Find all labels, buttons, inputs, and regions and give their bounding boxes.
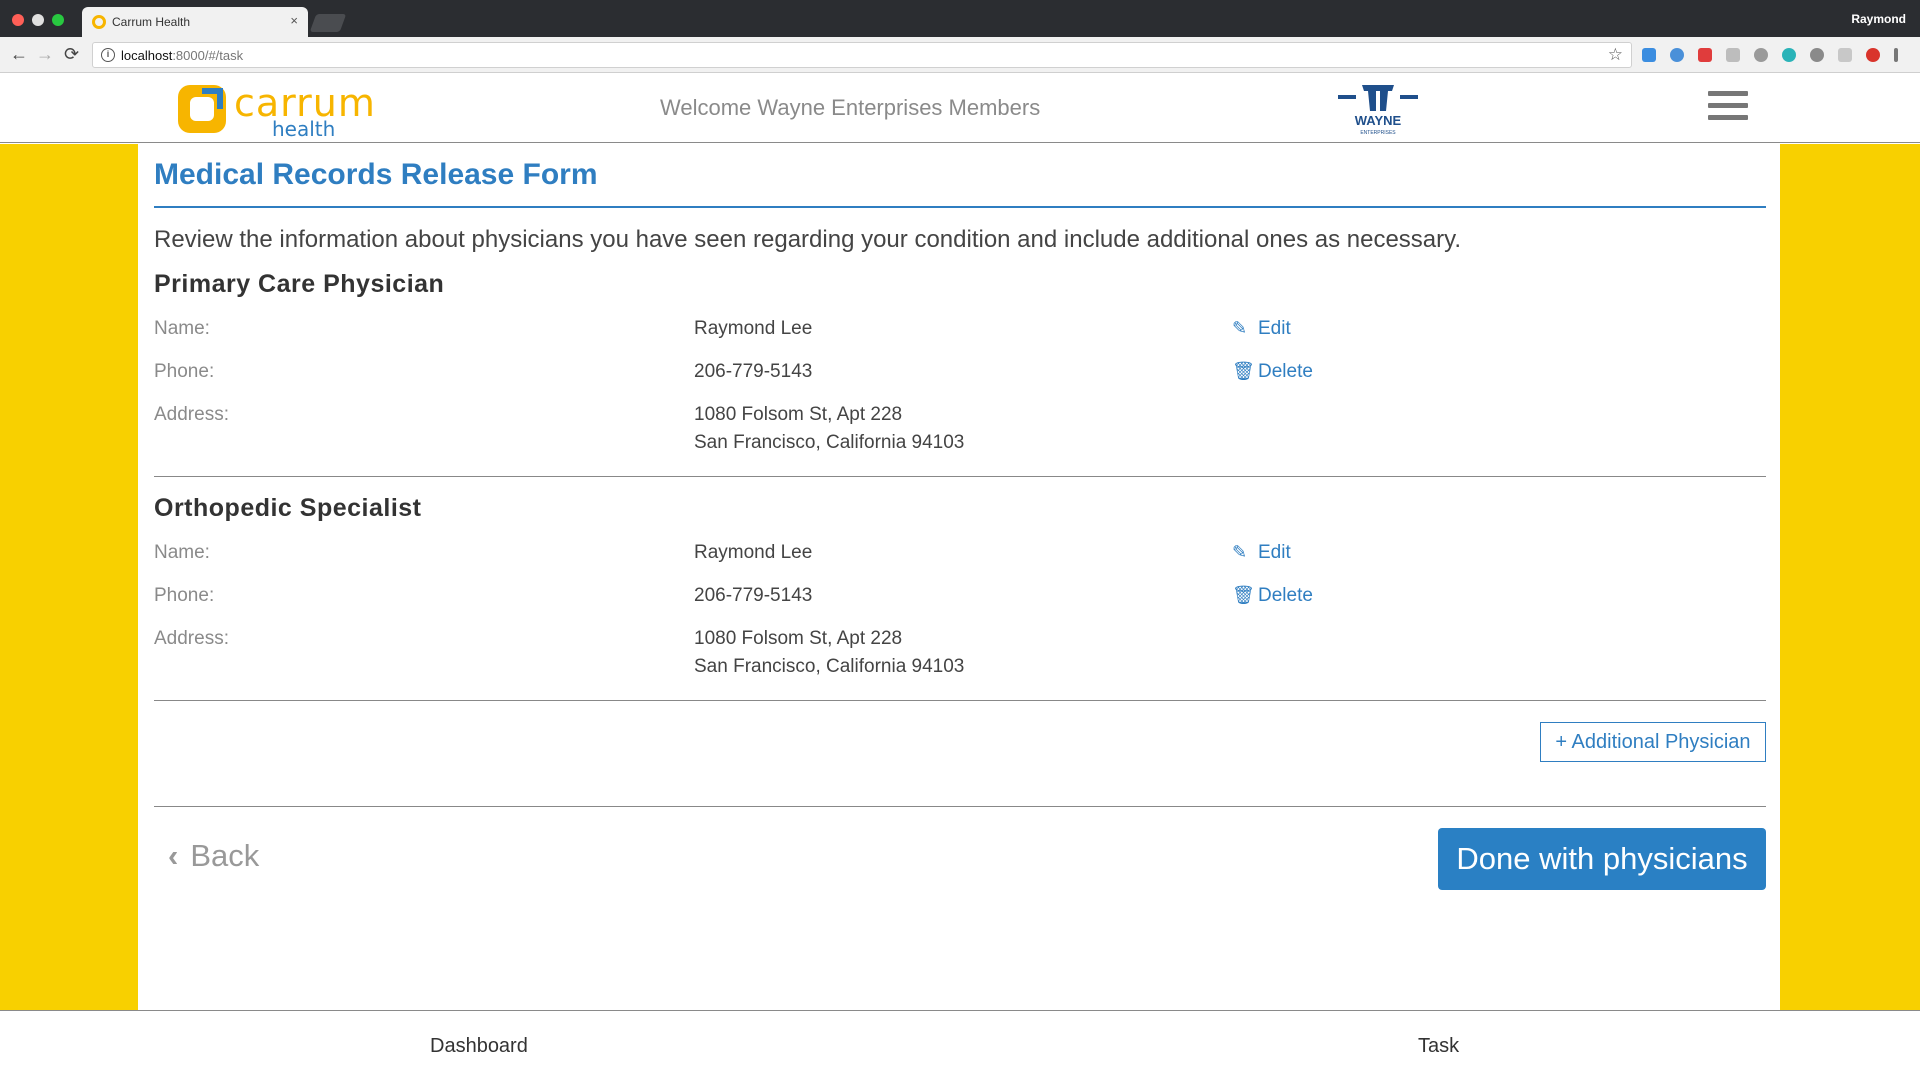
extension-grid-icon[interactable] — [1838, 48, 1852, 62]
physician-role-heading: Primary Care Physician — [154, 270, 445, 298]
chevron-left-icon: ‹ — [168, 838, 179, 873]
footer-divider — [154, 806, 1766, 807]
physician-name: Raymond Lee — [694, 542, 813, 563]
reload-icon[interactable]: ⟳ — [64, 44, 79, 65]
trash-icon: 🗑 — [1232, 585, 1255, 605]
edit-label: Edit — [1258, 542, 1291, 563]
carrum-logo-mark-icon — [178, 85, 226, 133]
wayne-name: WAYNE — [1355, 113, 1402, 128]
physician-address-line1: 1080 Folsom St, Apt 228 — [694, 628, 903, 649]
trash-icon: 🗑 — [1232, 361, 1255, 381]
wayne-emblem-icon: WAYNE ENTERPRISES — [1338, 85, 1418, 136]
wayne-enterprises-logo: WAYNE ENTERPRISES — [1330, 81, 1426, 137]
logo-subtitle: health — [272, 117, 336, 141]
left-yellow-panel — [0, 144, 138, 1010]
forward-arrow-icon[interactable]: → — [36, 44, 54, 65]
extension-adblock-icon[interactable] — [1866, 48, 1880, 62]
address-label: Address: — [154, 404, 229, 425]
close-window-button[interactable] — [12, 14, 24, 26]
physician-phone: 206-779-5143 — [694, 361, 813, 382]
section-divider — [154, 700, 1766, 701]
name-label: Name: — [154, 318, 210, 339]
add-physician-button[interactable]: + Additional Physician — [1540, 722, 1766, 762]
phone-label: Phone: — [154, 361, 215, 382]
physician-address-line1: 1080 Folsom St, Apt 228 — [694, 404, 903, 425]
browser-titlebar: Carrum Health × Raymond — [0, 0, 1920, 37]
edit-button[interactable]: ✎ Edit — [1232, 318, 1291, 340]
delete-label: Delete — [1258, 361, 1313, 382]
back-arrow-icon[interactable]: ← — [10, 44, 28, 65]
physician-section-orthopedic: Orthopedic Specialist Name: Raymond Lee … — [154, 494, 1766, 714]
physician-address-line2: San Francisco, California 94103 — [694, 432, 965, 453]
extension-circle-icon[interactable] — [1754, 48, 1768, 62]
delete-button[interactable]: 🗑 Delete — [1232, 585, 1313, 607]
tab-title: Carrum Health — [112, 15, 191, 29]
new-tab-button[interactable] — [309, 14, 347, 32]
extension-video-icon[interactable] — [1698, 48, 1712, 62]
extension-barcode-icon[interactable] — [1726, 48, 1740, 62]
tab-close-icon[interactable]: × — [290, 13, 298, 28]
url-host: localhost — [121, 48, 173, 63]
edit-label: Edit — [1258, 318, 1291, 339]
physician-address-line2: San Francisco, California 94103 — [694, 656, 965, 677]
url-path: :8000/#/task — [172, 48, 244, 63]
favicon-icon — [92, 15, 106, 29]
page-title: Medical Records Release Form — [154, 158, 598, 191]
url-text[interactable]: localhost:8000/#/task — [121, 48, 243, 63]
browser-toolbar: ← → ⟳ i localhost:8000/#/task ☆ — [0, 37, 1920, 73]
app-header: carrum health Welcome Wayne Enterprises … — [0, 73, 1920, 143]
hamburger-menu-icon[interactable] — [1708, 91, 1748, 125]
nav-dashboard[interactable]: Dashboard — [430, 1035, 528, 1058]
title-divider — [154, 206, 1766, 208]
extension-globe-icon[interactable] — [1670, 48, 1684, 62]
pencil-icon: ✎ — [1232, 542, 1248, 562]
intro-text: Review the information about physicians … — [154, 226, 1462, 253]
welcome-message: Welcome Wayne Enterprises Members — [660, 95, 1041, 120]
extension-m-icon[interactable] — [1782, 48, 1796, 62]
pencil-icon: ✎ — [1232, 318, 1248, 338]
back-label: Back — [190, 838, 260, 873]
section-divider — [154, 476, 1766, 477]
delete-label: Delete — [1258, 585, 1313, 606]
phone-label: Phone: — [154, 585, 215, 606]
physician-section-primary-care: Primary Care Physician Name: Raymond Lee… — [154, 270, 1766, 490]
browser-menu-icon[interactable] — [1894, 48, 1898, 62]
nav-task[interactable]: Task — [1418, 1035, 1459, 1058]
name-label: Name: — [154, 542, 210, 563]
address-label: Address: — [154, 628, 229, 649]
address-bar[interactable]: i localhost:8000/#/task ☆ — [92, 42, 1632, 68]
carrum-health-logo[interactable]: carrum health — [176, 81, 396, 141]
delete-button[interactable]: 🗑 Delete — [1232, 361, 1313, 383]
browser-tab[interactable]: Carrum Health × — [82, 7, 308, 37]
minimize-window-button[interactable] — [32, 14, 44, 26]
bookmark-star-icon[interactable]: ☆ — [1608, 45, 1623, 65]
back-button[interactable]: ‹ Back — [168, 838, 259, 874]
bottom-nav: Dashboard Task — [0, 1010, 1920, 1080]
extension-target-icon[interactable] — [1810, 48, 1824, 62]
maximize-window-button[interactable] — [52, 14, 64, 26]
profile-name[interactable]: Raymond — [1851, 12, 1906, 26]
wayne-sub: ENTERPRISES — [1360, 130, 1396, 136]
physician-name: Raymond Lee — [694, 318, 813, 339]
done-with-physicians-button[interactable]: Done with physicians — [1438, 828, 1766, 890]
physician-phone: 206-779-5143 — [694, 585, 813, 606]
right-yellow-panel — [1780, 144, 1920, 1010]
main-content: Medical Records Release Form Review the … — [138, 144, 1780, 1010]
edit-button[interactable]: ✎ Edit — [1232, 542, 1291, 564]
extension-download-icon[interactable] — [1642, 48, 1656, 62]
info-icon[interactable]: i — [101, 48, 115, 62]
physician-role-heading: Orthopedic Specialist — [154, 494, 422, 522]
